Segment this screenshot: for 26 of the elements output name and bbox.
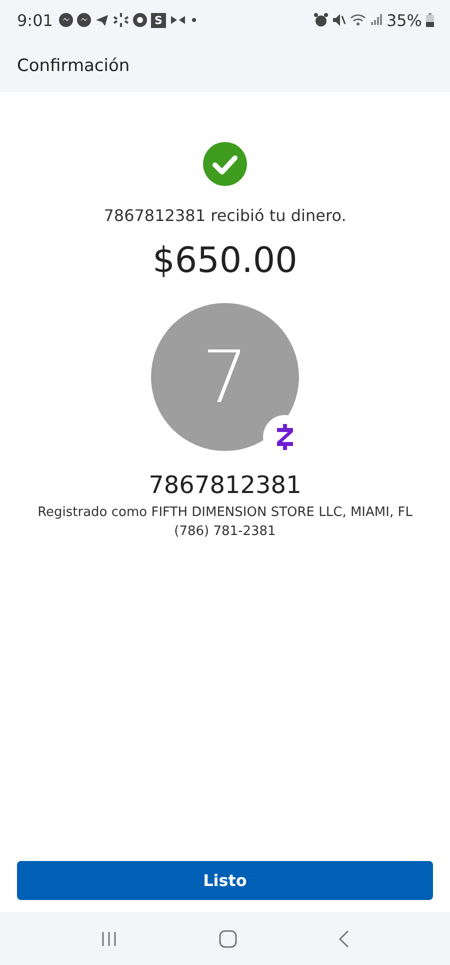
page-title: Confirmación: [17, 56, 130, 76]
home-icon[interactable]: [218, 930, 237, 948]
browser-icon: [132, 13, 147, 27]
done-button[interactable]: Listo: [17, 861, 433, 900]
send-icon: [94, 13, 109, 27]
status-time: 9:01: [17, 10, 53, 30]
battery-icon: [426, 13, 434, 27]
sparkle-icon: [112, 12, 129, 28]
messenger-icon: [76, 13, 91, 27]
recipient-phone: (786) 781-2381: [174, 524, 276, 539]
battery-percent: 35%: [386, 10, 422, 30]
recents-icon[interactable]: [100, 930, 118, 946]
confirmation-message: 7867812381 recibió tu dinero.: [104, 206, 346, 225]
dot-icon: [190, 18, 198, 22]
success-check-icon: [203, 142, 247, 186]
messenger-icon: [58, 13, 73, 27]
registered-as-text: Registrado como FIFTH DIMENSION STORE LLC, MIAMI, FL: [38, 505, 412, 520]
wifi-icon: [350, 13, 366, 27]
back-icon[interactable]: [338, 930, 350, 948]
alarm-icon: [314, 13, 328, 27]
signal-icon: [370, 14, 382, 26]
mute-icon: [332, 13, 346, 27]
amount: $650.00: [152, 241, 298, 281]
recipient-name: 7867812381: [148, 471, 302, 499]
avatar: 7: [151, 303, 299, 451]
app-badge: S: [150, 12, 166, 28]
